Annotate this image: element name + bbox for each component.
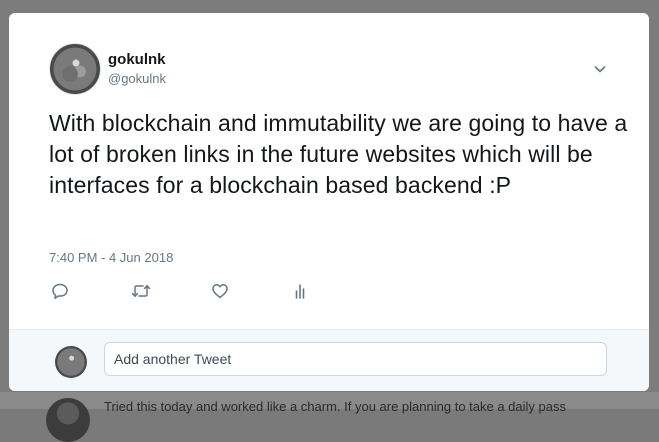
- reply-icon[interactable]: [50, 281, 72, 303]
- author-avatar[interactable]: [49, 43, 101, 95]
- author-handle[interactable]: @gokulnk: [108, 71, 166, 86]
- background-avatar: [46, 398, 90, 442]
- background-tweet-snippet: Tried this today and worked like a charm…: [104, 399, 566, 414]
- reply-section: [9, 329, 649, 391]
- add-tweet-input[interactable]: [104, 342, 607, 376]
- analytics-icon[interactable]: [290, 281, 312, 303]
- tweet-modal: gokulnk @gokulnk With blockchain and imm…: [9, 13, 649, 391]
- chevron-down-icon[interactable]: [592, 61, 608, 77]
- tweet-text: With blockchain and immutability we are …: [49, 110, 628, 198]
- tweet-timestamp[interactable]: 7:40 PM - 4 Jun 2018: [49, 250, 173, 265]
- author-display-name[interactable]: gokulnk: [108, 51, 166, 68]
- heart-icon[interactable]: [210, 281, 232, 303]
- current-user-avatar: [55, 346, 87, 378]
- retweet-icon[interactable]: [130, 281, 152, 303]
